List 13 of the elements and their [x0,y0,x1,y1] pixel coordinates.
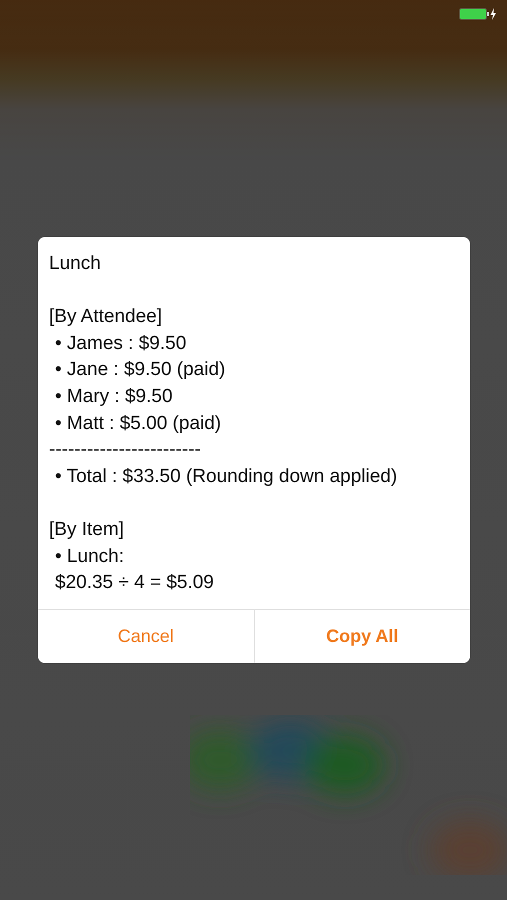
separator-line: ------------------------ [49,438,202,462]
summary-line: • James : $9.50 [54,332,188,356]
summary-line: • Matt : $5.00 (paid) [54,412,222,436]
section-heading: [By Attendee] [49,305,164,330]
summary-line: • Mary : $9.50 [54,384,174,409]
dialog-title: Lunch [49,252,102,276]
summary-line: $20.35 ÷ 4 = $5.09 [54,571,215,596]
summary-line: • Total : $33.50 (Rounding down applied) [54,464,398,489]
section-heading: [By Item] [49,518,125,542]
copy-all-button[interactable]: Copy All [254,610,470,663]
summary-line: • Lunch: [54,544,125,569]
battery-charging-icon [459,7,497,21]
summary-line: • Jane : $9.50 (paid) [54,358,226,382]
